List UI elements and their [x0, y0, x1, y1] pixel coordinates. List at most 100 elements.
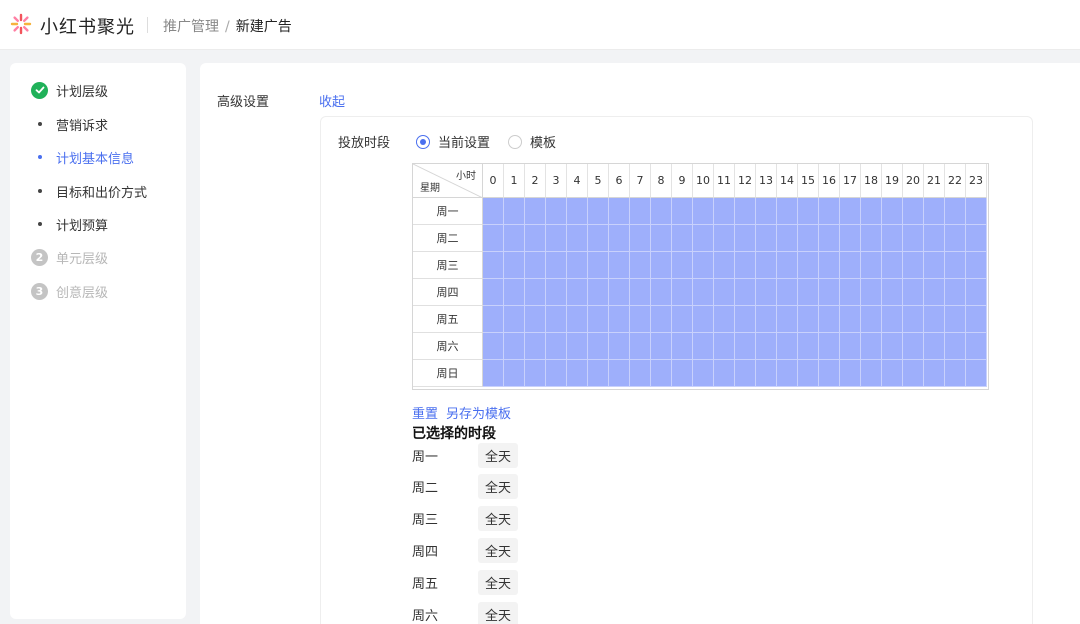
- time-slot-cell[interactable]: [567, 279, 588, 306]
- time-slot-cell[interactable]: [672, 360, 693, 387]
- time-slot-cell[interactable]: [798, 306, 819, 333]
- time-slot-cell[interactable]: [840, 198, 861, 225]
- time-slot-cell[interactable]: [693, 279, 714, 306]
- step-creative-level[interactable]: 3 创意层级: [31, 281, 108, 301]
- time-slot-cell[interactable]: [546, 279, 567, 306]
- time-slot-cell[interactable]: [588, 360, 609, 387]
- save-as-template-link[interactable]: 另存为模板: [446, 407, 511, 422]
- time-slot-cell[interactable]: [504, 279, 525, 306]
- time-slot-cell[interactable]: [840, 252, 861, 279]
- time-slot-cell[interactable]: [861, 306, 882, 333]
- time-slot-cell[interactable]: [714, 279, 735, 306]
- time-slot-cell[interactable]: [651, 279, 672, 306]
- time-slot-cell[interactable]: [483, 306, 504, 333]
- time-slot-cell[interactable]: [966, 252, 987, 279]
- time-slot-cell[interactable]: [777, 360, 798, 387]
- time-slot-cell[interactable]: [609, 252, 630, 279]
- time-slot-cell[interactable]: [546, 306, 567, 333]
- reset-link[interactable]: 重置: [412, 407, 438, 422]
- time-slot-cell[interactable]: [525, 279, 546, 306]
- time-slot-cell[interactable]: [945, 225, 966, 252]
- time-slot-cell[interactable]: [756, 198, 777, 225]
- time-slot-cell[interactable]: [777, 225, 798, 252]
- time-slot-cell[interactable]: [945, 198, 966, 225]
- time-slot-cell[interactable]: [756, 279, 777, 306]
- time-slot-cell[interactable]: [819, 279, 840, 306]
- time-slot-cell[interactable]: [735, 279, 756, 306]
- time-slot-cell[interactable]: [588, 333, 609, 360]
- time-slot-cell[interactable]: [882, 225, 903, 252]
- time-slot-cell[interactable]: [483, 360, 504, 387]
- time-slot-cell[interactable]: [735, 252, 756, 279]
- time-slot-cell[interactable]: [672, 333, 693, 360]
- time-slot-cell[interactable]: [525, 360, 546, 387]
- time-slot-cell[interactable]: [777, 306, 798, 333]
- radio-current-settings[interactable]: 当前设置: [416, 132, 490, 151]
- time-slot-cell[interactable]: [483, 252, 504, 279]
- time-slot-cell[interactable]: [546, 252, 567, 279]
- time-slot-cell[interactable]: [483, 198, 504, 225]
- time-slot-cell[interactable]: [777, 333, 798, 360]
- time-slot-cell[interactable]: [714, 225, 735, 252]
- time-slot-cell[interactable]: [903, 279, 924, 306]
- time-slot-cell[interactable]: [504, 360, 525, 387]
- time-slot-cell[interactable]: [756, 252, 777, 279]
- time-slot-cell[interactable]: [504, 198, 525, 225]
- time-slot-cell[interactable]: [861, 360, 882, 387]
- time-slot-cell[interactable]: [609, 279, 630, 306]
- time-slot-cell[interactable]: [672, 198, 693, 225]
- time-slot-cell[interactable]: [672, 252, 693, 279]
- time-slot-cell[interactable]: [945, 333, 966, 360]
- time-slot-cell[interactable]: [504, 252, 525, 279]
- time-slot-cell[interactable]: [630, 198, 651, 225]
- time-slot-cell[interactable]: [966, 279, 987, 306]
- time-slot-cell[interactable]: [651, 225, 672, 252]
- time-slot-cell[interactable]: [840, 225, 861, 252]
- time-slot-cell[interactable]: [588, 306, 609, 333]
- time-slot-cell[interactable]: [966, 306, 987, 333]
- time-slot-cell[interactable]: [966, 333, 987, 360]
- time-slot-cell[interactable]: [693, 306, 714, 333]
- time-slot-cell[interactable]: [924, 225, 945, 252]
- time-slot-cell[interactable]: [567, 306, 588, 333]
- time-slot-cell[interactable]: [609, 225, 630, 252]
- time-slot-cell[interactable]: [756, 306, 777, 333]
- time-slot-cell[interactable]: [756, 333, 777, 360]
- time-slot-cell[interactable]: [798, 279, 819, 306]
- collapse-link[interactable]: 收起: [319, 91, 345, 110]
- time-slot-cell[interactable]: [588, 279, 609, 306]
- time-slot-cell[interactable]: [966, 198, 987, 225]
- time-slot-cell[interactable]: [840, 279, 861, 306]
- time-slot-cell[interactable]: [903, 360, 924, 387]
- time-slot-cell[interactable]: [861, 198, 882, 225]
- substep-goal-bidding[interactable]: 目标和出价方式: [38, 181, 147, 201]
- time-slot-cell[interactable]: [525, 333, 546, 360]
- time-slot-cell[interactable]: [735, 360, 756, 387]
- time-slot-cell[interactable]: [882, 306, 903, 333]
- time-slot-cell[interactable]: [840, 306, 861, 333]
- time-slot-cell[interactable]: [798, 360, 819, 387]
- time-slot-cell[interactable]: [903, 198, 924, 225]
- time-slot-cell[interactable]: [777, 198, 798, 225]
- time-slot-cell[interactable]: [651, 198, 672, 225]
- time-slot-cell[interactable]: [651, 252, 672, 279]
- time-slot-cell[interactable]: [735, 306, 756, 333]
- time-slot-cell[interactable]: [504, 306, 525, 333]
- time-slot-cell[interactable]: [945, 360, 966, 387]
- time-slot-cell[interactable]: [630, 252, 651, 279]
- time-slot-cell[interactable]: [588, 198, 609, 225]
- time-slot-cell[interactable]: [840, 360, 861, 387]
- time-slot-cell[interactable]: [714, 333, 735, 360]
- time-slot-cell[interactable]: [924, 360, 945, 387]
- time-slot-cell[interactable]: [630, 225, 651, 252]
- time-slot-cell[interactable]: [819, 306, 840, 333]
- time-slot-cell[interactable]: [945, 279, 966, 306]
- step-plan-level[interactable]: 计划层级: [31, 80, 108, 100]
- time-slot-cell[interactable]: [966, 225, 987, 252]
- time-slot-cell[interactable]: [693, 333, 714, 360]
- time-slot-cell[interactable]: [504, 225, 525, 252]
- time-slot-cell[interactable]: [861, 333, 882, 360]
- time-slot-cell[interactable]: [735, 225, 756, 252]
- time-slot-cell[interactable]: [546, 333, 567, 360]
- time-slot-cell[interactable]: [882, 198, 903, 225]
